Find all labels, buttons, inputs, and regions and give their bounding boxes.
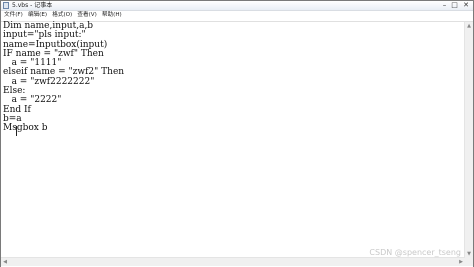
text-editor[interactable]: Dim name,input,a,b input="pls input:" na… — [1, 21, 473, 267]
menu-format[interactable]: 格式(O) — [50, 11, 75, 20]
menu-help[interactable]: 帮助(H) — [99, 11, 124, 20]
editor-content[interactable]: Dim name,input,a,b input="pls input:" na… — [3, 21, 124, 134]
horizontal-scrollbar[interactable]: ◀ ▶ — [1, 257, 465, 266]
scroll-down-icon[interactable]: ▼ — [465, 250, 473, 258]
menu-bar: 文件(F) 编辑(E) 格式(O) 查看(V) 帮助(H) — [1, 11, 473, 20]
menu-file[interactable]: 文件(F) — [1, 11, 25, 20]
minimize-button[interactable]: – — [440, 1, 449, 9]
menu-edit[interactable]: 编辑(E) — [25, 11, 49, 20]
window-title: 5.vbs - 记事本 — [12, 2, 53, 9]
text-caret — [16, 126, 17, 136]
maximize-button[interactable]: □ — [450, 1, 459, 9]
window-controls: – □ ✕ — [440, 1, 472, 10]
resize-grip[interactable] — [465, 258, 473, 266]
scroll-left-icon[interactable]: ◀ — [1, 258, 9, 266]
scroll-right-icon[interactable]: ▶ — [457, 258, 465, 266]
watermark: CSDN @spencer_tseng — [369, 248, 461, 257]
close-button[interactable]: ✕ — [460, 1, 472, 9]
notepad-window: 5.vbs - 记事本 – □ ✕ 文件(F) 编辑(E) 格式(O) 查看(V… — [0, 0, 474, 267]
menu-view[interactable]: 查看(V) — [75, 11, 100, 20]
scroll-up-icon[interactable]: ▲ — [465, 22, 473, 30]
title-bar[interactable]: 5.vbs - 记事本 – □ ✕ — [1, 1, 473, 11]
vertical-scrollbar[interactable]: ▲ ▼ — [464, 22, 473, 258]
notepad-icon — [3, 2, 9, 9]
